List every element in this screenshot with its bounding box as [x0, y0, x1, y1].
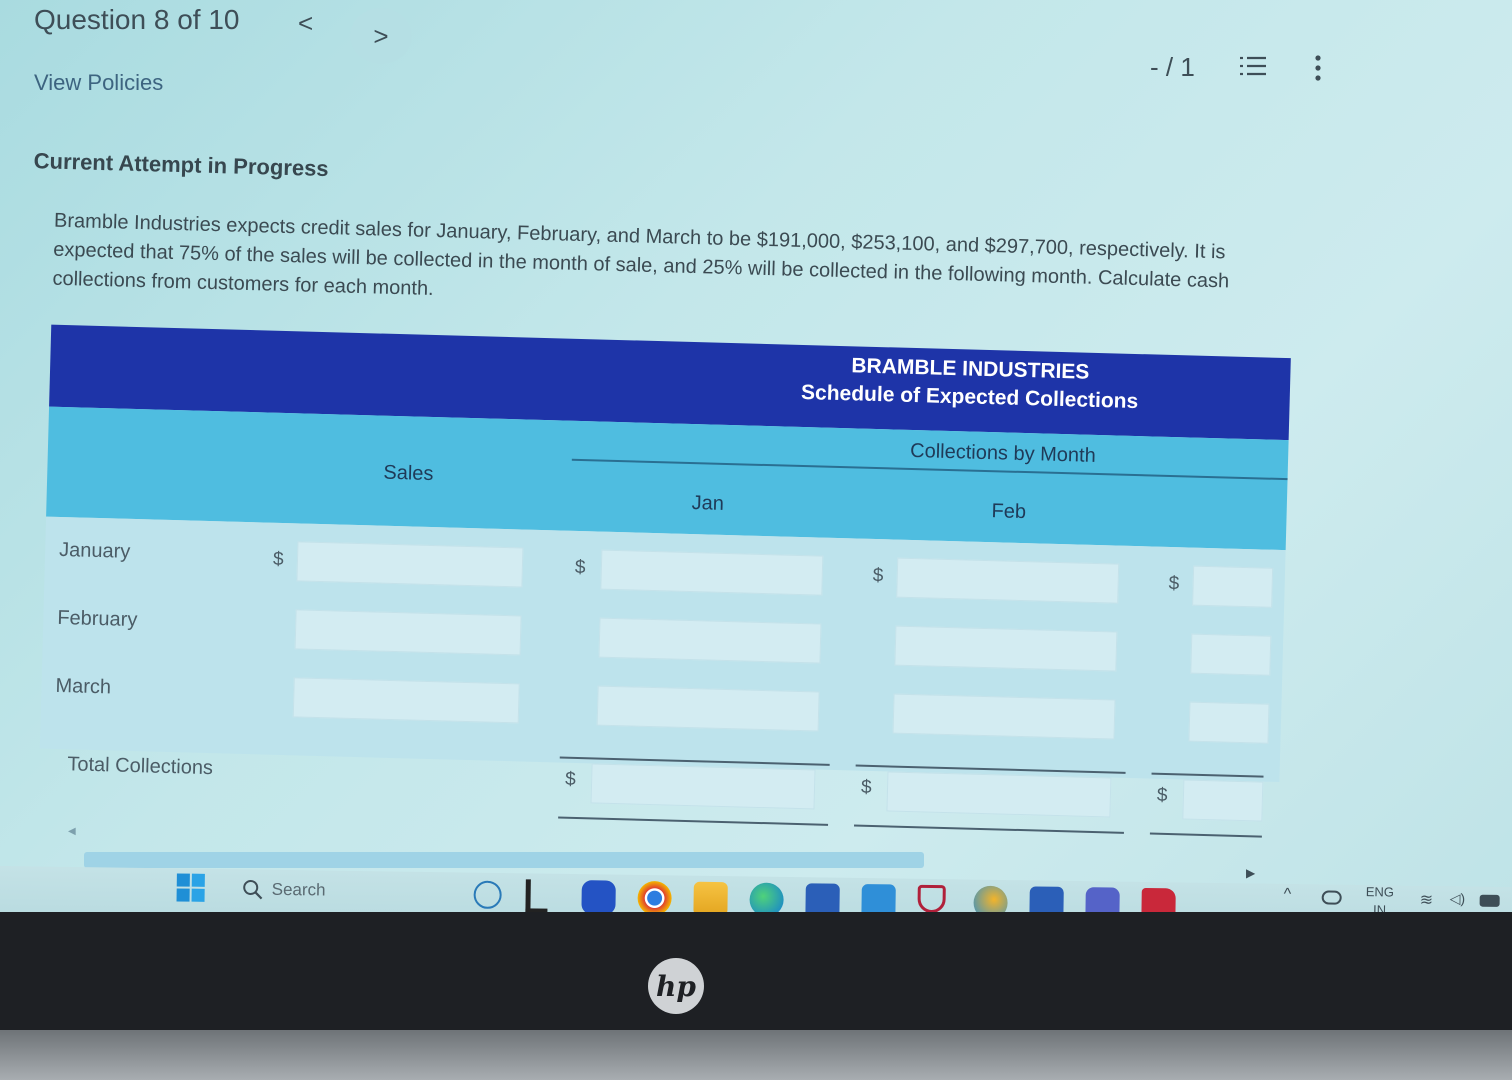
currency-symbol: $ [574, 556, 586, 579]
january-mar-collection-input[interactable] [1192, 565, 1274, 608]
chat-app-icon[interactable] [581, 880, 616, 912]
teams-icon[interactable] [1085, 887, 1120, 912]
taskbar-search-box[interactable]: Search [238, 875, 428, 906]
currency-symbol: $ [860, 776, 872, 798]
language-indicator[interactable]: ENG IN [1365, 883, 1394, 912]
total-double-rule [1149, 832, 1262, 838]
total-feb-collections-input[interactable] [886, 771, 1112, 818]
laptop-body [0, 1030, 1512, 1080]
hp-logo: hp [648, 958, 704, 1014]
row-label-march: March [55, 674, 112, 699]
task-view-icon[interactable] [525, 879, 548, 912]
row-label-february: February [57, 606, 138, 632]
browser-screen: Question 8 of 10 < > View Policies - / 1… [0, 0, 1512, 912]
sales-column-header: Sales [383, 461, 434, 486]
february-mar-collection-input[interactable] [1190, 633, 1272, 676]
search-label: Search [271, 879, 326, 900]
scroll-right-arrow-icon[interactable]: ▶ [1246, 866, 1255, 880]
total-collections-label: Total Collections [67, 753, 214, 780]
feb-column-header: Feb [991, 500, 1027, 524]
edge-browser-icon[interactable] [749, 882, 784, 912]
march-sales-input[interactable] [292, 677, 520, 724]
attempt-status-heading: Current Attempt in Progress [33, 148, 329, 182]
jan-column-header: Jan [691, 492, 725, 515]
total-double-rule [558, 816, 829, 826]
table-body: January $ $ $ $ February March [39, 516, 1286, 783]
file-explorer-icon[interactable] [693, 881, 728, 912]
problem-statement: Bramble Industries expects credit sales … [52, 209, 1230, 300]
march-mar-collection-input[interactable] [1188, 701, 1270, 744]
currency-symbol: $ [1156, 784, 1168, 807]
scroll-left-arrow-icon[interactable]: ◀ [68, 826, 76, 837]
collections-schedule-table: BRAMBLE INDUSTRIES Schedule of Expected … [39, 324, 1291, 838]
region-code: IN [1372, 902, 1387, 912]
row-label-january: January [58, 538, 131, 563]
word-icon[interactable] [1029, 886, 1064, 912]
currency-symbol: $ [1168, 572, 1180, 595]
microsoft-store-icon[interactable] [805, 883, 840, 912]
question-content: Current Attempt in Progress Bramble Indu… [0, 0, 1512, 912]
january-feb-collection-input[interactable] [896, 557, 1120, 604]
wifi-icon[interactable]: ≋ [1420, 890, 1434, 910]
january-sales-input[interactable] [296, 541, 524, 588]
february-feb-collection-input[interactable] [894, 625, 1118, 672]
total-jan-collections-input[interactable] [590, 763, 816, 810]
total-double-rule [854, 824, 1124, 834]
chevron-up-icon[interactable]: ^ [1284, 886, 1292, 904]
horizontal-scrollbar[interactable] [84, 852, 924, 868]
february-sales-input[interactable] [294, 609, 522, 656]
onedrive-cloud-icon[interactable] [1321, 890, 1342, 905]
bing-icon[interactable] [473, 880, 502, 910]
currency-symbol: $ [564, 768, 577, 790]
search-icon [243, 880, 263, 900]
march-feb-collection-input[interactable] [892, 693, 1116, 740]
battery-icon[interactable] [1479, 894, 1500, 907]
mcafee-icon[interactable] [917, 884, 946, 912]
march-jan-collection-input[interactable] [596, 685, 820, 732]
chrome-icon[interactable] [637, 880, 672, 912]
language-code: ENG [1365, 884, 1395, 900]
currency-symbol: $ [272, 548, 284, 571]
volume-icon[interactable]: ◁) [1450, 890, 1466, 907]
currency-symbol: $ [872, 564, 884, 587]
mail-icon[interactable] [861, 884, 896, 912]
photos-icon[interactable] [973, 885, 1008, 912]
january-jan-collection-input[interactable] [600, 549, 824, 596]
february-jan-collection-input[interactable] [598, 617, 822, 664]
total-mar-collections-input[interactable] [1182, 779, 1264, 822]
windows-start-icon[interactable] [176, 872, 206, 902]
app-icon[interactable] [1141, 887, 1176, 912]
